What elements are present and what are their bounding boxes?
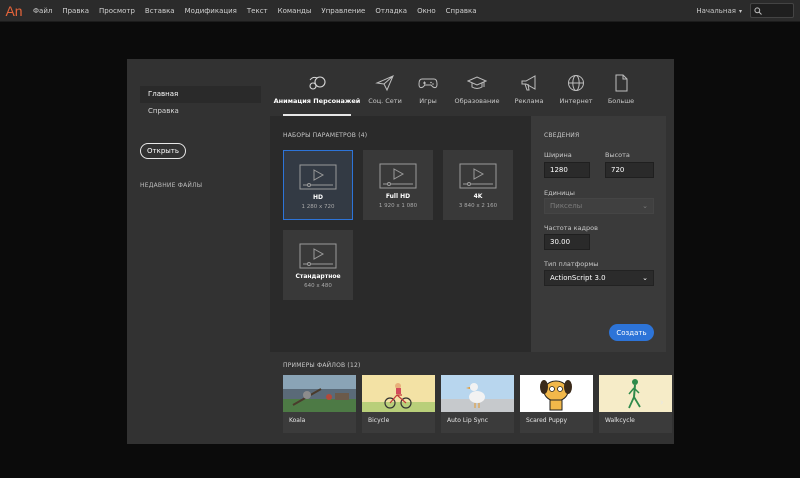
menu-text[interactable]: Текст (242, 0, 273, 22)
preset-size: 640 x 480 (304, 283, 332, 289)
search-field[interactable] (750, 3, 794, 18)
tab-label: Реклама (514, 97, 544, 105)
menu-debug[interactable]: Отладка (370, 0, 412, 22)
menu-file[interactable]: Файл (28, 0, 57, 22)
video-icon (299, 164, 337, 190)
tab-internet[interactable]: Интернет (559, 74, 593, 114)
fps-input[interactable]: 30.00 (544, 234, 590, 250)
menu-insert[interactable]: Вставка (140, 0, 180, 22)
sample-file-card[interactable]: Scared Puppy (520, 375, 593, 433)
graduation-cap-icon (467, 76, 487, 89)
platform-label: Тип платформы (544, 260, 599, 268)
gamepad-icon (418, 78, 438, 89)
preset-name: HD (312, 194, 323, 201)
tab-character-animation[interactable]: Анимация Персонажей (274, 74, 360, 114)
units-value: Пикселы (550, 202, 583, 210)
tab-label: Интернет (559, 97, 593, 105)
tab-label: Соц. Сети (368, 97, 402, 105)
search-icon (754, 7, 762, 15)
tab-label: Больше (607, 97, 635, 105)
menu-window[interactable]: Окно (412, 0, 441, 22)
sample-name: Scared Puppy (526, 417, 568, 424)
preset-name: Full HD (385, 193, 411, 200)
platform-select[interactable]: ActionScript 3.0 ⌄ (544, 270, 654, 286)
megaphone-icon (521, 75, 536, 91)
menu-commands[interactable]: Команды (273, 0, 317, 22)
tab-games[interactable]: Игры (413, 74, 443, 114)
lip-sync-thumbnail (441, 375, 514, 412)
sample-file-card[interactable]: Koala (283, 375, 356, 433)
menu-control[interactable]: Управление (316, 0, 370, 22)
workspace-switcher[interactable]: Начальная ▾ (696, 0, 742, 23)
preset-card[interactable]: Стандартное 640 x 480 (283, 230, 353, 300)
paper-plane-icon (375, 75, 394, 92)
video-icon (459, 163, 497, 189)
video-icon (299, 243, 337, 269)
recent-files-heading: НЕДАВНИЕ ФАЙЛЫ (140, 182, 203, 189)
tab-label: Игры (419, 97, 437, 105)
tab-more[interactable]: Больше (606, 74, 636, 114)
koala-thumbnail (283, 375, 356, 412)
chevron-down-icon: ⌄ (642, 274, 648, 282)
video-icon (379, 163, 417, 189)
tab-advertising[interactable]: Реклама (512, 74, 546, 114)
menu-bar: An Файл Правка Просмотр Вставка Модифика… (0, 0, 800, 22)
presets-heading: НАБОРЫ ПАРАМЕТРОВ (4) (283, 132, 368, 139)
menu-edit[interactable]: Правка (57, 0, 94, 22)
open-button[interactable]: Открыть (140, 143, 186, 159)
sidebar-item-help[interactable]: Справка (140, 103, 261, 120)
menu-items: Файл Правка Просмотр Вставка Модификация… (28, 0, 482, 22)
tab-education[interactable]: Образование (453, 74, 501, 114)
character-animation-icon (309, 76, 326, 90)
create-button[interactable]: Создать (609, 324, 654, 341)
menu-help[interactable]: Справка (441, 0, 482, 22)
start-screen: Главная Справка Открыть НЕДАВНИЕ ФАЙЛЫ А… (127, 59, 674, 444)
sample-name: Auto Lip Sync (447, 417, 489, 424)
workspace-label: Начальная (696, 7, 736, 15)
height-label: Высота (605, 151, 630, 159)
preset-size: 3 840 x 2 160 (458, 203, 498, 209)
preset-card[interactable]: Full HD 1 920 x 1 080 (363, 150, 433, 220)
details-heading: СВЕДЕНИЯ (544, 132, 580, 139)
height-input[interactable]: 720 (605, 162, 654, 178)
sample-name: Walkcycle (605, 417, 635, 424)
preset-size: 1 920 x 1 080 (378, 203, 418, 209)
chevron-down-icon: ⌄ (642, 202, 648, 210)
platform-value: ActionScript 3.0 (550, 274, 606, 282)
preset-card[interactable]: 4K 3 840 x 2 160 (443, 150, 513, 220)
globe-icon (568, 75, 584, 91)
sidebar-item-home[interactable]: Главная (140, 86, 261, 103)
width-input[interactable]: 1280 (544, 162, 590, 178)
document-icon (615, 74, 628, 92)
tab-label: Образование (454, 97, 500, 105)
menu-modify[interactable]: Модификация (180, 0, 242, 22)
tab-social[interactable]: Соц. Сети (365, 74, 405, 114)
animate-logo: An (5, 2, 23, 19)
sample-name: Bicycle (368, 417, 390, 424)
tab-label: Анимация Персонажей (273, 97, 361, 105)
preset-name: Стандартное (295, 273, 341, 280)
chevron-right-icon[interactable]: › (660, 398, 664, 408)
menu-view[interactable]: Просмотр (94, 0, 140, 22)
width-label: Ширина (544, 151, 572, 159)
sample-file-card[interactable]: Auto Lip Sync (441, 375, 514, 433)
details-panel: СВЕДЕНИЯ Ширина 1280 Высота 720 Единицы … (531, 116, 666, 352)
sample-file-card[interactable]: Bicycle (362, 375, 435, 433)
fps-label: Частота кадров (544, 224, 598, 232)
bicycle-thumbnail (362, 375, 435, 412)
samples-heading: ПРИМЕРЫ ФАЙЛОВ (12) (283, 362, 361, 369)
sidebar: Главная Справка Открыть НЕДАВНИЕ ФАЙЛЫ (127, 59, 267, 444)
preset-name: 4K (473, 193, 483, 200)
scared-puppy-thumbnail (520, 375, 593, 412)
sample-name: Koala (289, 417, 306, 424)
units-label: Единицы (544, 189, 575, 197)
presets-panel: НАБОРЫ ПАРАМЕТРОВ (4) HD 1 280 x 720 Ful… (270, 116, 531, 352)
units-select: Пикселы ⌄ (544, 198, 654, 214)
chevron-down-icon: ▾ (738, 8, 742, 15)
preset-size: 1 280 x 720 (301, 204, 335, 210)
preset-card[interactable]: HD 1 280 x 720 (283, 150, 353, 220)
